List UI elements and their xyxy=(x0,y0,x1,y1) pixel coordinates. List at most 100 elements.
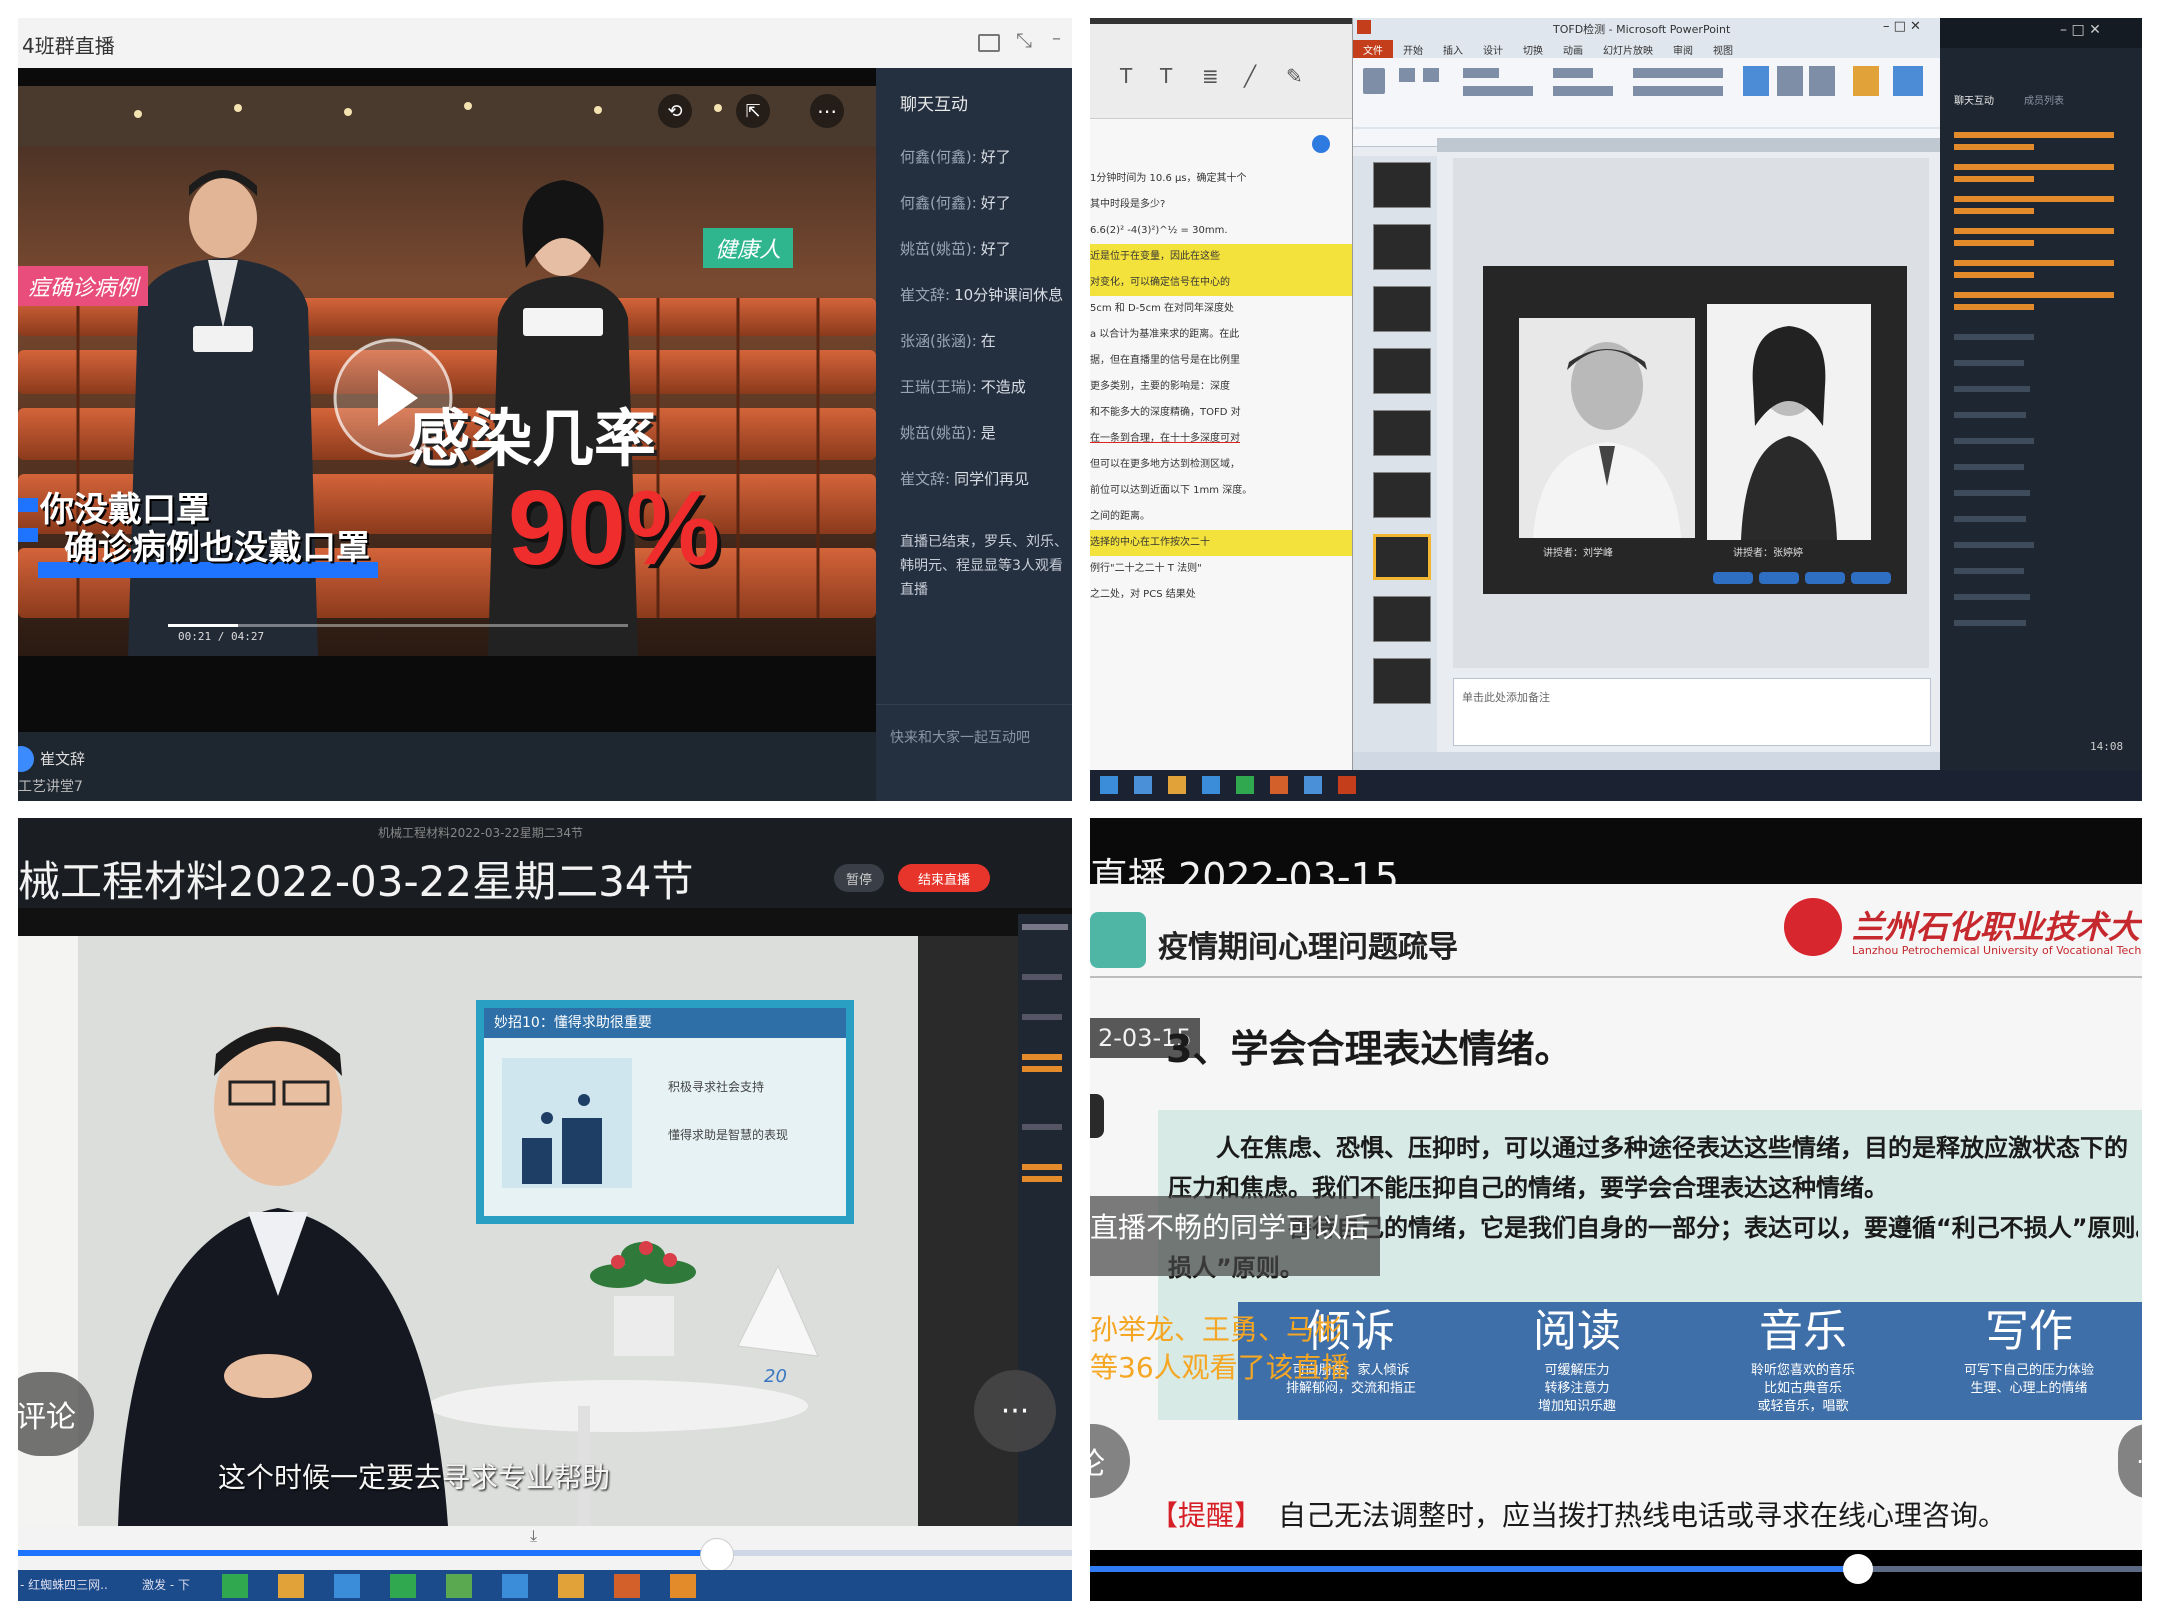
method-title: 写作 xyxy=(1985,1306,2073,1357)
taskbar-icons[interactable] xyxy=(1090,770,2142,801)
document-line: 之二处，对 PCS 结果处 xyxy=(1090,589,1196,600)
slide[interactable]: 疫情期间心理问题疏导 兰州石化职业技术大学 Lanzhou Petrochemi… xyxy=(1090,884,2142,1550)
pencil-icon[interactable]: ✎ xyxy=(1286,64,1303,88)
ribbon-tabs: 文件 开始 插入 设计 切换 动画 幻灯片放映 审阅 视图 xyxy=(1353,40,1941,58)
chat-text: 不造成 xyxy=(980,378,1026,396)
taskbar-task-2[interactable]: 激发 - 下 xyxy=(142,1576,190,1593)
document-toolbar: T T ≣ ╱ ✎ xyxy=(1090,18,1352,119)
ribbon-tab[interactable]: 开始 xyxy=(1393,40,1433,58)
notes-pane[interactable]: 单击此处添加备注 xyxy=(1453,678,1931,746)
document-line: a 以合计为基准来求的距离。在此 xyxy=(1090,329,1240,340)
chat-message-list: 何鑫(何鑫): 好了 何鑫(何鑫): 好了 姚茁(姚茁): 好了 崔文辞: 10分钟课间休息张… xyxy=(900,146,1072,514)
chat-sender: 姚茁(姚茁): xyxy=(900,424,977,442)
ribbon-tab[interactable]: 审阅 xyxy=(1663,40,1703,58)
pause-button[interactable]: 暂停 xyxy=(834,864,884,892)
ribbon-tab[interactable]: 插入 xyxy=(1433,40,1473,58)
document-line: 其中时段是多少? xyxy=(1090,199,1166,210)
slide-nav-button-2[interactable] xyxy=(1759,572,1799,584)
comment-button[interactable]: 论 xyxy=(1090,1424,1130,1498)
chat-window-controls-icon[interactable]: – □ ✕ xyxy=(2060,22,2101,38)
slide-thumbnail[interactable] xyxy=(1373,162,1431,208)
document-line: 5cm 和 D-5cm 在对同年深度处 xyxy=(1090,303,1235,314)
align-icon[interactable]: ≣ xyxy=(1202,64,1219,88)
school-logo-icon xyxy=(1784,898,1842,956)
slide-thumbnail[interactable] xyxy=(1373,596,1431,642)
scroll-badge-icon[interactable] xyxy=(1312,135,1330,153)
presenter-bar: 崔文辞 工艺讲堂7 xyxy=(18,732,876,801)
slide[interactable]: 讲授者：刘学峰 讲授者：张婷婷 xyxy=(1483,266,1907,594)
download-icon[interactable]: ⤓ xyxy=(530,1526,537,1546)
window-title: 4班群直播 xyxy=(22,34,115,58)
popout-icon[interactable] xyxy=(978,34,1000,52)
pen-icon[interactable]: ╱ xyxy=(1244,64,1256,88)
caption-line-2: 确诊病例也没戴口罩 xyxy=(64,528,370,568)
ribbon-tab[interactable]: 文件 xyxy=(1353,40,1393,58)
slide-nav-button-4[interactable] xyxy=(1851,572,1891,584)
ribbon-tab[interactable]: 切换 xyxy=(1513,40,1553,58)
tag-healthy-person: 健康人 xyxy=(703,228,794,268)
ppt-title-bar: TOFD检测 - Microsoft PowerPoint – □ ✕ xyxy=(1353,18,1941,40)
chat-text: 同学们再见 xyxy=(954,470,1030,488)
chat-tab[interactable]: 聊天互动 xyxy=(1954,92,1994,107)
method-description: 聆听您喜欢的音乐 比如古典音乐 或轻音乐，唱歌 xyxy=(1750,1363,1855,1414)
camera-switch-icon[interactable]: ⟲ xyxy=(658,94,692,128)
expand-icon[interactable]: ⤡ xyxy=(1016,28,1032,52)
progress-handle[interactable] xyxy=(1842,1554,1873,1584)
text-tool-icon[interactable]: T xyxy=(1120,64,1132,88)
progress-fill xyxy=(1090,1566,1858,1572)
ribbon-tab[interactable]: 设计 xyxy=(1473,40,1513,58)
more-button[interactable]: ⋯ xyxy=(2118,1424,2142,1498)
share-icon[interactable]: ⇱ xyxy=(736,94,770,128)
slide-thumbnail[interactable] xyxy=(1373,286,1431,332)
slide-caption-right: 讲授者：张婷婷 xyxy=(1733,548,1803,559)
more-button[interactable]: ··· xyxy=(974,1370,1056,1452)
slide-title: 妙招10：懂得求助很重要 xyxy=(484,1008,846,1038)
chat-sender: 何鑫(何鑫): xyxy=(900,194,977,212)
progress-fill xyxy=(18,1550,718,1556)
slide-nav-button-1[interactable] xyxy=(1713,572,1753,584)
ppt-status-bar xyxy=(1353,752,1941,770)
ppt-window-title: TOFD检测 - Microsoft PowerPoint xyxy=(1553,23,1731,36)
chat-title-bar: – □ ✕ xyxy=(1940,18,2142,48)
paragraph-2: 善待自己的情绪，它是我们自身的一部分；表达可以，要遵循“利己不损人”原则。 xyxy=(1288,1214,2138,1242)
window-controls-icon[interactable]: – □ ✕ xyxy=(1883,19,1921,34)
presenter-video[interactable]: 妙招10：懂得求助很重要 积极寻求社会支持 懂得求助是智慧的表现 20 这个时候… xyxy=(18,936,1018,1526)
window-small-title: 机械工程材料2022-03-22星期二34节 xyxy=(378,826,584,840)
header-accent xyxy=(1090,912,1146,968)
slide-thumbnail[interactable] xyxy=(1373,472,1431,518)
video-player[interactable]: 痘确诊病例 健康人 感染几率 90% 你没戴口罩 确诊病例也没戴口罩 00:21… xyxy=(18,68,876,732)
chat-tab[interactable]: 成员列表 xyxy=(2024,92,2064,107)
chat-input-placeholder[interactable]: 快来和大家一起互动吧 xyxy=(890,727,1030,747)
presenter-subtitle: 工艺讲堂7 xyxy=(18,779,83,795)
method-row: 倾诉 可向朋友、家人倾诉 排解郁闷，交流和指正 阅读 可缓解压力 转移注意力 增加知识… xyxy=(1238,1302,2142,1420)
progress-handle[interactable] xyxy=(700,1538,734,1572)
document-pane: T T ≣ ╱ ✎ 1分钟时间为 10.6 μs，确定其十个 其中时段是多少? 6.… xyxy=(1090,18,1352,770)
ribbon-icons[interactable] xyxy=(1353,58,1941,146)
minimize-icon[interactable]: – xyxy=(1052,28,1061,49)
taskbar-icons[interactable] xyxy=(208,1572,808,1600)
more-icon[interactable]: ⋯ xyxy=(810,94,844,128)
slide-thumbnail[interactable] xyxy=(1373,224,1431,270)
slide-thumbnail[interactable] xyxy=(1373,534,1431,580)
slide-thumbnail[interactable] xyxy=(1373,410,1431,456)
method-title: 音乐 xyxy=(1759,1306,1847,1357)
ribbon-tab[interactable]: 动画 xyxy=(1553,40,1593,58)
slide-thumbnail[interactable] xyxy=(1373,348,1431,394)
document-line: 前位可以达到近面以下 1mm 深度。 xyxy=(1090,485,1253,496)
ribbon-tab[interactable]: 幻灯片放映 xyxy=(1593,40,1663,58)
document-line: 但可以在更多地方达到检测区域， xyxy=(1090,459,1240,470)
slide-nav-button-3[interactable] xyxy=(1805,572,1845,584)
end-live-button[interactable]: 结束直播 xyxy=(898,864,990,892)
tag-confirmed-case: 痘确诊病例 xyxy=(18,266,149,306)
chat-messages-blurred xyxy=(1954,132,2114,626)
ribbon-tab[interactable]: 视图 xyxy=(1703,40,1743,58)
lecture-title: 械工程材料2022-03-22星期二34节 xyxy=(18,857,694,906)
document-line: 近是位于在变量，因此在这些 xyxy=(1090,244,1352,270)
chat-text: 10分钟课间休息 xyxy=(954,286,1064,304)
taskbar-task-1[interactable]: - 红蜘蛛四三网.. xyxy=(20,1576,108,1593)
live-class-window-1: 4班群直播 ⤡ – 痘确诊病例 健康人 感染几率 90% 你没戴口罩 确诊病例也… xyxy=(18,18,1072,801)
chat-text: 在 xyxy=(980,332,996,350)
slide-thumbnail[interactable] xyxy=(1373,658,1431,704)
text-tool-2-icon[interactable]: T xyxy=(1160,64,1172,88)
chat-input-area[interactable]: 快来和大家一起互动吧 xyxy=(876,704,1072,801)
